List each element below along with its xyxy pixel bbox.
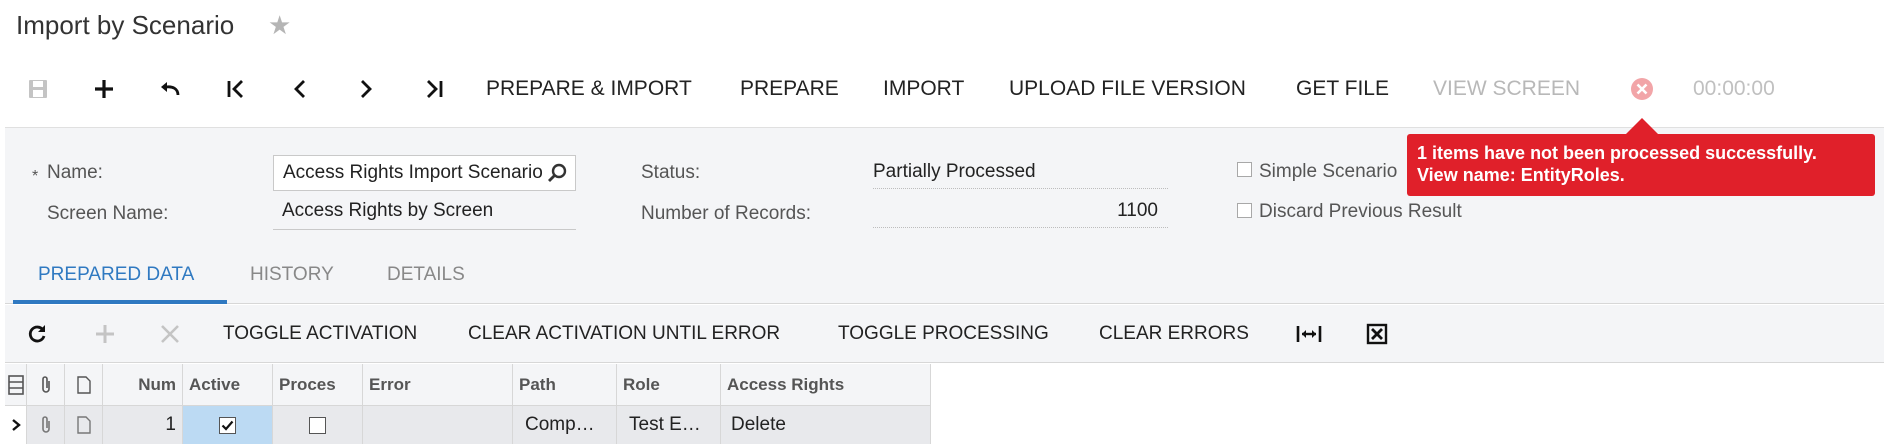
active-checkbox[interactable] <box>219 416 236 434</box>
note-icon <box>76 416 91 434</box>
prepared-data-grid: Num Active Proces Error Path Role Access… <box>5 364 931 444</box>
column-header-path[interactable]: Path <box>513 364 617 405</box>
tab-history[interactable]: HISTORY <box>250 264 334 286</box>
discard-previous-result-label: Discard Previous Result <box>1259 201 1462 222</box>
row-selector-header[interactable] <box>5 364 27 405</box>
next-record-icon[interactable] <box>352 76 380 102</box>
column-header-num[interactable]: Num <box>103 364 183 405</box>
error-message-line1: 1 items have not been processed successf… <box>1417 143 1817 163</box>
cell-path: Comp… <box>513 406 617 444</box>
search-icon[interactable] <box>547 162 569 184</box>
upload-file-version-button[interactable]: UPLOAD FILE VERSION <box>1009 77 1246 101</box>
export-excel-icon[interactable] <box>1363 321 1391 347</box>
status-value: Partially Processed <box>873 155 1168 189</box>
refresh-icon[interactable] <box>23 321 51 347</box>
prepare-import-button[interactable]: PREPARE & IMPORT <box>486 77 692 101</box>
clear-activation-until-error-button[interactable]: CLEAR ACTIVATION UNTIL ERROR <box>468 323 780 345</box>
cell-role: Test E… <box>617 406 721 444</box>
columns-icon[interactable] <box>7 374 24 395</box>
cell-num: 1 <box>103 406 183 444</box>
toggle-processing-button[interactable]: TOGGLE PROCESSING <box>838 323 1049 345</box>
error-tooltip: 1 items have not been processed successf… <box>1407 134 1875 196</box>
screen-name-label: Screen Name: <box>47 203 169 224</box>
elapsed-timer: 00:00:00 <box>1693 77 1775 100</box>
paperclip-icon <box>41 375 50 393</box>
status-label: Status: <box>641 162 701 183</box>
records-value: 1100 <box>873 194 1168 228</box>
row-selector[interactable] <box>5 406 27 444</box>
column-header-active[interactable]: Active <box>183 364 273 405</box>
processed-checkbox[interactable] <box>309 416 326 434</box>
cell-access-rights: Delete <box>721 406 931 444</box>
view-screen-button[interactable]: VIEW SCREEN <box>1433 77 1580 101</box>
error-status-icon[interactable] <box>1628 76 1656 102</box>
tab-details[interactable]: DETAILS <box>387 264 465 286</box>
paperclip-icon <box>41 416 50 433</box>
attachment-header <box>27 364 65 405</box>
row-note[interactable] <box>65 406 103 444</box>
tab-prepared-data[interactable]: PREPARED DATA <box>38 264 194 286</box>
simple-scenario-checkbox[interactable] <box>1237 162 1252 177</box>
note-header <box>65 364 103 405</box>
row-pointer-icon <box>11 419 21 431</box>
page-title: Import by Scenario <box>16 10 235 40</box>
table-row[interactable]: 1 Comp… Test E… Delete <box>5 406 931 444</box>
screen-name-field[interactable]: Access Rights by Screen <box>273 194 576 230</box>
required-marker: * <box>32 168 39 185</box>
last-record-icon[interactable] <box>420 76 448 102</box>
column-header-error[interactable]: Error <box>363 364 513 405</box>
grid-toolbar: TOGGLE ACTIVATION CLEAR ACTIVATION UNTIL… <box>5 305 1884 363</box>
undo-icon[interactable] <box>156 76 184 102</box>
note-icon <box>76 375 91 394</box>
simple-scenario-label: Simple Scenario <box>1259 161 1398 182</box>
add-icon[interactable] <box>90 76 118 102</box>
fit-columns-icon[interactable] <box>1295 321 1323 347</box>
prepare-button[interactable]: PREPARE <box>740 77 839 101</box>
delete-row-icon[interactable] <box>156 321 184 347</box>
main-toolbar: PREPARE & IMPORT PREPARE IMPORT UPLOAD F… <box>0 62 1884 114</box>
previous-record-icon[interactable] <box>286 76 314 102</box>
name-value: Access Rights Import Scenario <box>283 162 543 183</box>
cell-active[interactable] <box>183 406 273 444</box>
add-row-icon[interactable] <box>91 321 119 347</box>
toggle-activation-button[interactable]: TOGGLE ACTIVATION <box>223 323 417 345</box>
clear-errors-button[interactable]: CLEAR ERRORS <box>1099 323 1249 345</box>
import-button[interactable]: IMPORT <box>883 77 964 101</box>
row-attachment[interactable] <box>27 406 65 444</box>
discard-previous-result-checkbox[interactable] <box>1237 203 1252 218</box>
name-field[interactable]: Access Rights Import Scenario <box>273 155 576 191</box>
get-file-button[interactable]: GET FILE <box>1296 77 1389 101</box>
column-header-access-rights[interactable]: Access Rights <box>721 364 931 405</box>
star-icon[interactable]: ★ <box>268 10 291 41</box>
error-message-line2: View name: EntityRoles. <box>1417 165 1625 185</box>
records-label: Number of Records: <box>641 203 812 224</box>
active-tab-indicator <box>13 300 227 304</box>
cell-error <box>363 406 513 444</box>
first-record-icon[interactable] <box>222 76 250 102</box>
column-header-role[interactable]: Role <box>617 364 721 405</box>
column-header-processed[interactable]: Proces <box>273 364 363 405</box>
cell-processed[interactable] <box>273 406 363 444</box>
tab-bar: PREPARED DATA HISTORY DETAILS <box>5 248 1884 304</box>
save-icon[interactable] <box>24 76 52 102</box>
name-label: Name: <box>47 162 103 183</box>
title-bar: Import by Scenario ★ <box>0 0 1884 50</box>
grid-header: Num Active Proces Error Path Role Access… <box>5 364 931 406</box>
